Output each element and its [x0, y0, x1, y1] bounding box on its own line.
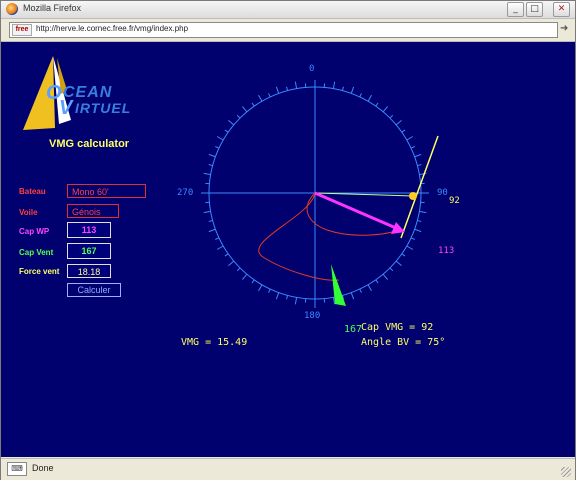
compass-dial	[201, 80, 439, 308]
compass-tick	[375, 102, 379, 107]
compass-tick	[216, 136, 224, 141]
compass-tick	[236, 114, 241, 119]
browser-window: Mozilla Firefox _ □ ✕ free http://herve.…	[0, 0, 576, 480]
compass-tick	[367, 284, 372, 292]
compass-tick	[389, 267, 394, 272]
dial-label-270: 270	[177, 188, 194, 198]
compass-tick	[419, 172, 427, 176]
compass-tick	[389, 114, 394, 119]
site-favicon: free	[12, 24, 32, 36]
compass-tick	[332, 81, 336, 89]
dial-label-90: 90	[437, 188, 448, 198]
angle-bv-result: Angle BV = 75°	[361, 337, 446, 348]
dial-label-180: 180	[304, 311, 321, 321]
compass-tick	[241, 273, 248, 280]
heading-value-label: 92	[449, 196, 460, 206]
vmg-point	[409, 192, 417, 200]
compass-tick	[294, 297, 298, 305]
url-text: http://herve.le.cornec.free.fr/vmg/index…	[36, 24, 189, 33]
address-bar: free http://herve.le.cornec.free.fr/vmg/…	[1, 19, 575, 42]
compass-tick	[401, 129, 406, 133]
compass-tick	[208, 219, 213, 222]
compass-tick	[350, 86, 355, 94]
compass-tick	[258, 94, 263, 102]
compass-tick	[208, 153, 216, 158]
compass-tick	[406, 136, 414, 141]
vmg-heading-arrow	[400, 135, 439, 239]
compass-tick	[417, 164, 422, 167]
compass-tick	[275, 292, 280, 300]
compass-tick	[236, 267, 241, 272]
compass-tick	[414, 228, 422, 233]
compass-tick	[375, 279, 379, 284]
wind-arrow	[331, 264, 346, 306]
compass-tick	[367, 94, 372, 102]
polar-curve	[306, 192, 400, 236]
maximize-button[interactable]: □	[526, 2, 543, 17]
wp-value-label: 113	[438, 246, 455, 256]
dial-label-0: 0	[309, 64, 315, 74]
compass-tick	[224, 253, 229, 257]
vmg-result: VMG = 15.49	[181, 337, 248, 348]
page-content: O CEAN V IRTUEL VMG calculator Bateau Mo…	[1, 42, 575, 457]
wp-arrow	[314, 191, 397, 230]
compass-tick	[350, 292, 355, 300]
compass-tick	[216, 245, 224, 250]
compass-tick	[410, 146, 415, 149]
compass-tick	[359, 93, 362, 98]
compass-tick	[401, 253, 406, 257]
firefox-icon	[6, 3, 18, 15]
compass-tick	[228, 119, 235, 126]
compass-tick	[395, 260, 402, 267]
polar-curve-outer	[258, 192, 340, 281]
compass-tick	[208, 228, 216, 233]
status-icon: ⌨	[7, 462, 27, 476]
compass-tick	[382, 273, 389, 280]
compass-tick	[419, 210, 427, 214]
compass-tick	[341, 86, 344, 91]
compass-tick	[224, 129, 229, 133]
compass-tick	[215, 146, 220, 149]
compass-tick	[258, 284, 263, 292]
compass-tick	[359, 288, 362, 293]
compass-tick	[294, 81, 298, 89]
arrow-right-icon[interactable]: ➜	[560, 23, 568, 34]
compass-tick	[275, 86, 280, 94]
cap-vmg-result: Cap VMG = 92	[361, 322, 434, 333]
compass-tick	[414, 153, 422, 158]
status-text: Done	[32, 463, 54, 473]
compass-tick	[268, 288, 271, 293]
close-button[interactable]: ✕	[553, 2, 570, 17]
compass-tick	[241, 106, 248, 113]
compass-tick	[251, 279, 255, 284]
compass-tick	[228, 260, 235, 267]
compass-tick	[251, 102, 255, 107]
resize-grip[interactable]	[561, 467, 571, 477]
compass-tick	[268, 93, 271, 98]
status-bar: ⌨ Done	[1, 458, 575, 480]
compass-tick	[208, 164, 213, 167]
compass-tick	[286, 295, 289, 300]
compass-tick	[203, 172, 211, 176]
window-title: Mozilla Firefox	[23, 3, 82, 13]
compass-tick	[332, 297, 336, 305]
compass-tick	[382, 106, 389, 113]
compass-tick	[395, 119, 402, 126]
compass-tick	[203, 210, 211, 214]
compass-tick	[215, 237, 220, 240]
compass-tick	[406, 245, 414, 250]
title-bar: Mozilla Firefox _ □ ✕	[1, 1, 575, 19]
compass-tick	[417, 219, 422, 222]
compass-tick	[286, 86, 289, 91]
minimize-button[interactable]: _	[507, 2, 524, 17]
url-field[interactable]: free http://herve.le.cornec.free.fr/vmg/…	[9, 22, 558, 38]
wind-value-label: 167	[344, 324, 363, 335]
compass-tick	[410, 237, 415, 240]
